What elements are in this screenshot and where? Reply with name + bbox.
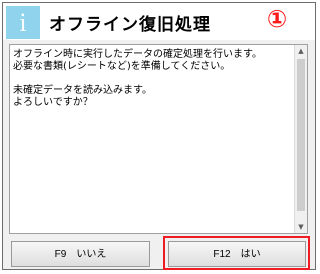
message-line: 必要な書類(レシートなど)を準備してください。 (13, 61, 231, 72)
scroll-up-arrow-icon[interactable]: ▲ (295, 45, 307, 57)
vertical-scrollbar[interactable]: ▲ ▼ (294, 45, 307, 233)
message-text: オフライン時に実行したデータの確定処理を行います。 必要な書類(レシートなど)を… (13, 49, 287, 109)
message-textbox[interactable]: オフライン時に実行したデータの確定処理を行います。 必要な書類(レシートなど)を… (9, 44, 308, 234)
message-line: よろしいですか？ (13, 97, 93, 108)
no-button[interactable]: F9 いいえ (11, 241, 150, 267)
info-icon: i (6, 6, 40, 39)
step-marker: ① (266, 5, 288, 33)
offline-recovery-dialog: i オフライン復旧処理 オフライン時に実行したデータの確定処理を行います。 必要… (2, 2, 316, 270)
message-line (13, 73, 287, 85)
yes-button-highlight (163, 236, 310, 270)
dialog-title: オフライン復旧処理 (49, 15, 211, 35)
message-line: 未確定データを読み込みます。 (13, 85, 152, 96)
scroll-thumb[interactable] (297, 59, 305, 211)
message-line: オフライン時に実行したデータの確定処理を行います。 (13, 49, 262, 60)
scroll-down-arrow-icon[interactable]: ▼ (295, 221, 307, 233)
